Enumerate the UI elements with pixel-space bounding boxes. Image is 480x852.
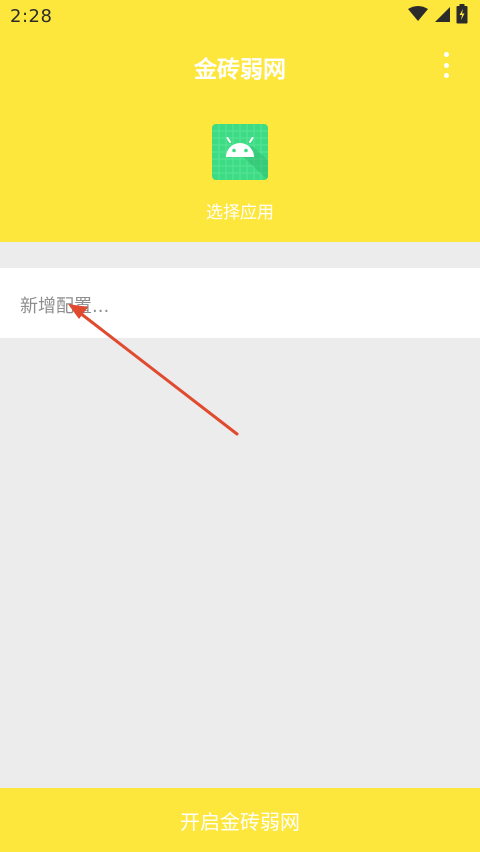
- start-weak-network-label: 开启金砖弱网: [180, 809, 300, 834]
- battery-charging-icon: [456, 4, 468, 28]
- select-app-button[interactable]: 选择应用: [190, 124, 290, 224]
- status-icons: [408, 4, 468, 28]
- add-config-label: 新增配置...: [20, 296, 110, 317]
- wifi-icon: [408, 6, 428, 26]
- more-vert-icon[interactable]: [440, 52, 452, 78]
- android-icon: [212, 124, 268, 180]
- start-weak-network-button[interactable]: 开启金砖弱网: [0, 788, 480, 852]
- app-screen: 2:28 金砖弱网 选择应用 新增配置... 开启金砖弱网: [0, 0, 480, 852]
- cell-signal-icon: [434, 6, 450, 26]
- app-title: 金砖弱网: [194, 57, 286, 83]
- status-time: 2:28: [10, 5, 53, 27]
- select-app-label: 选择应用: [206, 203, 274, 223]
- header: 金砖弱网 选择应用: [0, 32, 480, 242]
- status-bar: 2:28: [0, 0, 480, 32]
- add-config-item[interactable]: 新增配置...: [0, 268, 480, 338]
